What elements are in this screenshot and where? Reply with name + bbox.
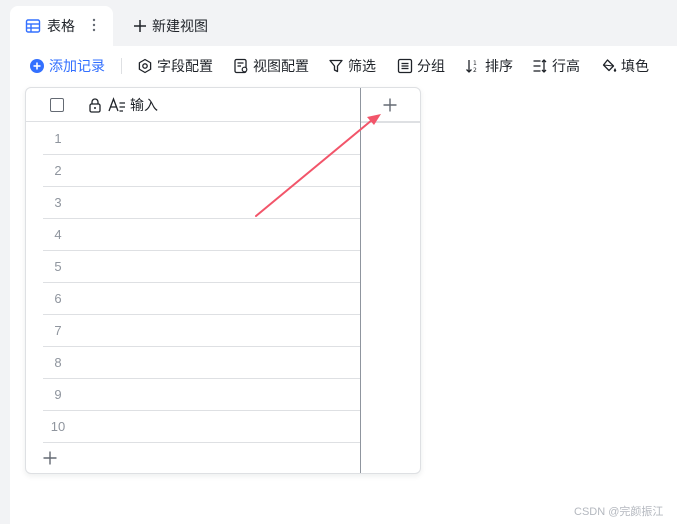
row-height-icon [532,58,548,74]
grid-rows: 1 2 3 4 5 6 7 8 9 10 [43,123,360,443]
table-icon [25,18,41,34]
plus-icon [133,19,147,33]
table-row[interactable]: 9 [43,379,360,411]
filter-label: 筛选 [348,58,376,74]
row-number: 3 [54,195,62,210]
table-row[interactable]: 10 [43,411,360,443]
toolbar: 添加记录 字段配置 视图配置 筛选 分组 12 排序 行高 填色 [0,46,677,86]
filter-button[interactable]: 筛选 [328,56,376,76]
grid-header-row: 输入 [26,88,420,122]
table-row[interactable]: 4 [43,219,360,251]
group-label: 分组 [417,58,445,74]
table-row[interactable]: 6 [43,283,360,315]
view-config-button[interactable]: 视图配置 [233,56,309,76]
row-height-button[interactable]: 行高 [532,56,580,76]
svg-text:2: 2 [473,67,477,74]
group-button[interactable]: 分组 [397,56,445,76]
gear-icon [137,58,153,74]
row-number: 5 [54,259,62,274]
row-number: 7 [54,323,62,338]
table-row[interactable]: 5 [43,251,360,283]
row-height-label: 行高 [552,58,580,74]
row-number: 2 [54,163,62,178]
add-record-label: 添加记录 [49,58,105,74]
group-icon [397,58,413,74]
column-divider [360,88,361,473]
add-row-plus-icon[interactable] [42,450,58,466]
table-row[interactable]: 1 [43,123,360,155]
text-field-icon [108,97,126,113]
table-row[interactable]: 3 [43,187,360,219]
new-view-label: 新建视图 [152,18,208,34]
row-number: 4 [54,227,62,242]
add-column-plus-icon[interactable] [382,97,398,113]
sort-icon: 12 [465,58,481,74]
field-config-label: 字段配置 [157,58,213,74]
view-config-label: 视图配置 [253,58,309,74]
add-circle-icon [29,58,45,74]
row-number: 9 [54,387,62,402]
tab-table-view[interactable]: 表格 [10,6,113,46]
row-number: 8 [54,355,62,370]
add-record-button[interactable]: 添加记录 [29,56,105,76]
table-row[interactable]: 7 [43,315,360,347]
data-grid: 输入 1 2 3 4 5 6 7 8 9 10 [25,87,421,474]
row-number: 6 [54,291,62,306]
more-vertical-icon[interactable] [90,17,98,33]
svg-text:1: 1 [473,60,477,67]
watermark: CSDN @完颜振江 [574,506,664,518]
row-number: 1 [54,131,62,146]
paint-bucket-icon [601,58,617,74]
field-config-button[interactable]: 字段配置 [137,56,213,76]
column-header-input[interactable]: 输入 [130,97,158,113]
tab-table-view-label: 表格 [47,18,75,34]
select-all-checkbox[interactable] [50,98,64,112]
row-number: 10 [50,419,66,434]
table-row[interactable]: 2 [43,155,360,187]
filter-icon [328,58,344,74]
lock-icon [88,97,102,113]
fill-color-label: 填色 [621,58,649,74]
fill-color-button[interactable]: 填色 [601,56,649,76]
new-view-button[interactable]: 新建视图 [133,15,208,37]
sort-label: 排序 [485,58,513,74]
table-row[interactable]: 8 [43,347,360,379]
toolbar-divider [121,58,122,74]
view-tab-bar: 表格 新建视图 [10,0,677,46]
view-settings-icon [233,58,249,74]
sort-button[interactable]: 12 排序 [465,56,513,76]
header-divider-right [361,122,420,123]
